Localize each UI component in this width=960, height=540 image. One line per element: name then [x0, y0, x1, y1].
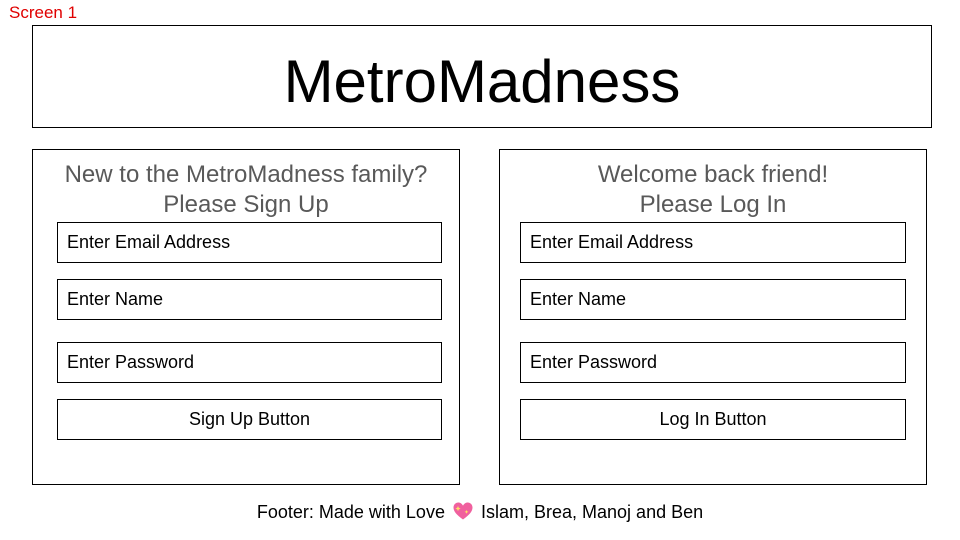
login-panel: Welcome back friend! Please Log In Enter…: [499, 149, 927, 485]
app-title: MetroMadness: [283, 47, 681, 115]
sparkling-heart-icon: [452, 501, 474, 527]
signup-name-field[interactable]: Enter Name: [57, 279, 442, 320]
footer-names: Islam, Brea, Manoj and Ben: [481, 502, 704, 522]
login-heading-line2: Please Log In: [639, 191, 787, 218]
signup-heading-line2: Please Sign Up: [163, 191, 329, 218]
login-password-field[interactable]: Enter Password: [520, 342, 906, 383]
footer: Footer: Made with Love Islam, Brea, Mano…: [0, 500, 960, 527]
signup-panel: New to the MetroMadness family? Please S…: [32, 149, 460, 485]
signup-email-field[interactable]: Enter Email Address: [57, 222, 442, 263]
signup-heading: New to the MetroMadness family? Please S…: [33, 160, 459, 220]
login-name-field[interactable]: Enter Name: [520, 279, 906, 320]
login-button[interactable]: Log In Button: [520, 399, 906, 440]
header: MetroMadness: [32, 25, 932, 128]
login-heading-line1: Welcome back friend!: [597, 161, 829, 188]
screen-label: Screen 1: [9, 3, 78, 22]
signup-password-field[interactable]: Enter Password: [57, 342, 442, 383]
signup-heading-line1: New to the MetroMadness family?: [64, 161, 428, 188]
login-heading: Welcome back friend! Please Log In: [500, 160, 926, 220]
signup-button[interactable]: Sign Up Button: [57, 399, 442, 440]
footer-prefix: Footer: Made with Love: [256, 502, 445, 522]
login-email-field[interactable]: Enter Email Address: [520, 222, 906, 263]
